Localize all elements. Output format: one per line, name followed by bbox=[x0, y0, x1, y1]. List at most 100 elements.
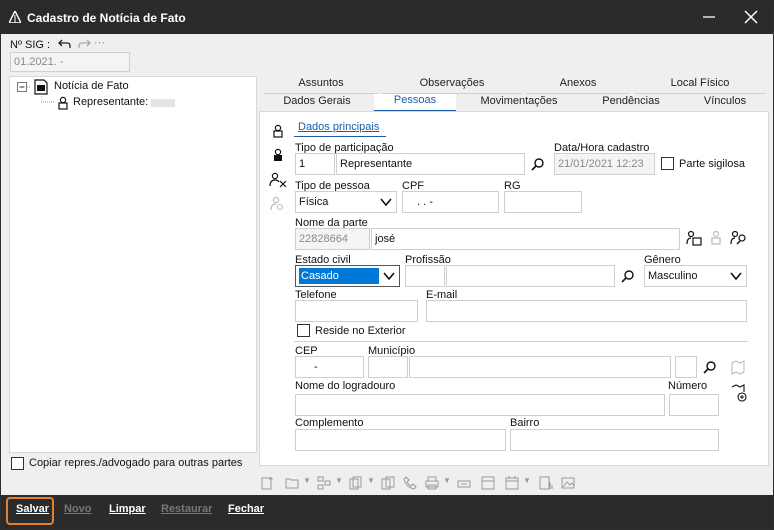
close-form-button[interactable]: Fechar bbox=[228, 503, 264, 515]
complemento-input[interactable] bbox=[295, 429, 506, 451]
divider bbox=[294, 341, 748, 342]
copy-icon bbox=[381, 476, 395, 490]
copiar-checkbox[interactable] bbox=[11, 457, 24, 470]
person-lock-filled-icon[interactable] bbox=[272, 148, 284, 162]
tree-connector-icon bbox=[41, 94, 55, 103]
person-search-icon bbox=[270, 196, 283, 211]
nome-parte-input[interactable]: josé bbox=[371, 228, 680, 250]
close-icon[interactable] bbox=[739, 7, 763, 27]
tab-movimentacoes[interactable]: Movimentações bbox=[460, 95, 578, 112]
data-hora-input: 21/01/2021 12:23 bbox=[554, 153, 655, 175]
rg-input[interactable] bbox=[504, 191, 582, 213]
copiar-label: Copiar repres./advogado para outras part… bbox=[29, 457, 243, 469]
cpf-input[interactable]: . . - bbox=[402, 191, 499, 213]
tab-observacoes[interactable]: Observações bbox=[382, 77, 522, 94]
new-button: Novo bbox=[64, 503, 92, 515]
person-card-icon[interactable] bbox=[686, 230, 702, 246]
add-location-icon[interactable] bbox=[730, 384, 748, 402]
restore-button: Restaurar bbox=[161, 503, 213, 515]
profissao-code-input[interactable] bbox=[405, 265, 445, 287]
tab-local-fisico[interactable]: Local Físico bbox=[634, 77, 766, 94]
bairro-label: Bairro bbox=[510, 417, 540, 429]
logradouro-label: Nome do logradouro bbox=[295, 380, 396, 392]
hierarchy-icon bbox=[317, 476, 331, 490]
panel-toolbar: ▼ ▼ ▼ ▼ ▼ bbox=[259, 472, 767, 494]
chevron-down-icon bbox=[383, 272, 395, 281]
telefone-input[interactable] bbox=[295, 300, 418, 322]
action-bar: Salvar Novo Limpar Restaurar Fechar bbox=[1, 495, 773, 529]
subtab-underline bbox=[294, 136, 386, 137]
person-search-icon[interactable] bbox=[730, 230, 748, 246]
dropdown-icon: ▼ bbox=[335, 476, 343, 485]
person-lock-icon[interactable] bbox=[272, 124, 284, 138]
add-document-icon bbox=[261, 477, 273, 490]
profissao-input[interactable] bbox=[446, 265, 615, 287]
window-title: Cadastro de Notícia de Fato bbox=[27, 11, 186, 25]
tree-panel: Notícia de Fato Representante: bbox=[9, 76, 257, 453]
person-edit-icon bbox=[711, 230, 721, 245]
email-input[interactable] bbox=[426, 300, 747, 322]
minimize-icon[interactable] bbox=[697, 7, 721, 27]
save-button[interactable]: Salvar bbox=[16, 503, 49, 515]
tab-anexos[interactable]: Anexos bbox=[526, 77, 630, 94]
chevron-down-icon bbox=[730, 272, 742, 281]
document-icon bbox=[34, 79, 48, 95]
municipio-uf-input[interactable] bbox=[675, 356, 697, 378]
municipio-input[interactable] bbox=[409, 356, 671, 378]
tipo-pessoa-select[interactable]: Física bbox=[295, 191, 397, 213]
app-logo-icon bbox=[9, 11, 21, 23]
tipo-participacao-code-input[interactable]: 1 bbox=[295, 153, 335, 175]
sig-label: Nº SIG : bbox=[10, 39, 51, 51]
clear-button[interactable]: Limpar bbox=[109, 503, 146, 515]
tipo-pessoa-value: Física bbox=[299, 196, 329, 208]
tree-child-label[interactable]: Representante: bbox=[73, 96, 148, 108]
numero-input[interactable] bbox=[669, 394, 719, 416]
dropdown-icon: ▼ bbox=[367, 476, 375, 485]
window: Cadastro de Notícia de Fato Nº SIG : ⋯ 0… bbox=[0, 0, 774, 530]
logradouro-input[interactable] bbox=[295, 394, 665, 416]
genero-select[interactable]: Masculino bbox=[644, 265, 747, 287]
redacted-name bbox=[151, 99, 175, 107]
search-icon[interactable] bbox=[531, 157, 545, 171]
pessoas-panel: Dados principais Tipo de participação 1 … bbox=[259, 111, 769, 466]
undo-icon[interactable] bbox=[58, 38, 72, 50]
tab-assuntos[interactable]: Assuntos bbox=[264, 77, 378, 94]
printer-icon bbox=[425, 476, 439, 490]
archive-icon bbox=[481, 476, 495, 490]
image-icon bbox=[561, 477, 575, 489]
tab-vinculos[interactable]: Vínculos bbox=[684, 95, 766, 112]
sig-input[interactable]: 01.2021. - bbox=[10, 52, 130, 72]
tree-root-label[interactable]: Notícia de Fato bbox=[54, 80, 129, 92]
tray-icon bbox=[457, 480, 471, 488]
search-icon[interactable] bbox=[703, 360, 717, 374]
tipo-participacao-input[interactable]: Representante bbox=[336, 153, 525, 175]
person-lock-icon bbox=[58, 96, 68, 110]
dropdown-icon: ▼ bbox=[523, 476, 531, 485]
collapse-icon[interactable] bbox=[17, 81, 31, 93]
phone-icon bbox=[403, 476, 417, 490]
more-icon[interactable]: ⋯ bbox=[94, 36, 105, 49]
tab-dados-gerais[interactable]: Dados Gerais bbox=[264, 95, 370, 112]
documents-icon bbox=[349, 476, 362, 490]
reside-exterior-checkbox[interactable] bbox=[297, 324, 310, 337]
bairro-input[interactable] bbox=[510, 429, 719, 451]
search-icon[interactable] bbox=[621, 269, 635, 283]
subtab-dados-principais[interactable]: Dados principais bbox=[298, 121, 379, 133]
tab-pendencias[interactable]: Pendências bbox=[582, 95, 680, 112]
dropdown-icon: ▼ bbox=[303, 476, 311, 485]
reside-exterior-label: Reside no Exterior bbox=[315, 325, 406, 337]
remove-person-icon[interactable] bbox=[269, 172, 287, 188]
dropdown-icon: ▼ bbox=[443, 476, 451, 485]
nome-parte-code-input: 22828664 bbox=[295, 228, 370, 250]
estado-civil-select[interactable]: Casado bbox=[295, 265, 400, 287]
redo-icon bbox=[78, 39, 91, 48]
parte-sigilosa-checkbox[interactable] bbox=[661, 157, 674, 170]
chart-doc-icon bbox=[539, 476, 553, 490]
tab-pessoas[interactable]: Pessoas bbox=[374, 94, 456, 112]
municipio-code-input[interactable] bbox=[368, 356, 408, 378]
estado-civil-value: Casado bbox=[299, 268, 379, 284]
genero-value: Masculino bbox=[648, 270, 698, 282]
chevron-down-icon bbox=[380, 198, 392, 207]
map-search-icon bbox=[731, 360, 745, 375]
cep-input[interactable]: - bbox=[295, 356, 364, 378]
